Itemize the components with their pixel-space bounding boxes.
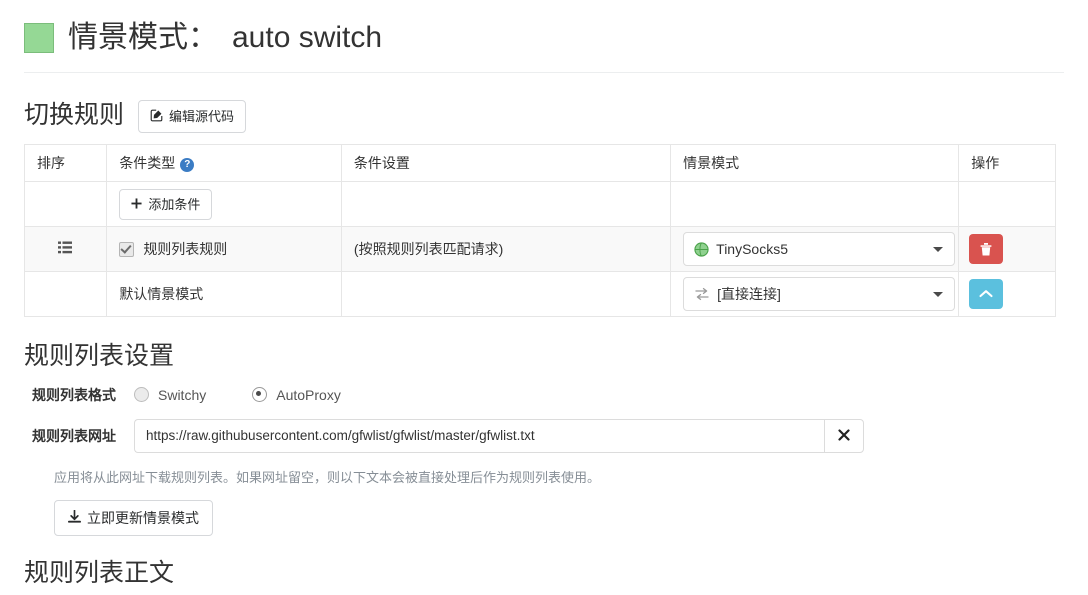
drag-handle-icon[interactable] bbox=[57, 241, 73, 257]
header-divider bbox=[24, 72, 1064, 73]
radio-switchy-label: Switchy bbox=[158, 386, 207, 403]
edit-source-label: 编辑源代码 bbox=[169, 109, 235, 124]
rules-heading-label: 切换规则 bbox=[24, 100, 125, 129]
clear-url-button[interactable] bbox=[824, 418, 864, 453]
column-header-condition-type: 条件类型? bbox=[106, 144, 342, 182]
edit-source-button[interactable]: 编辑源代码 bbox=[138, 100, 247, 133]
row-condition-type-cell: 规则列表规则 bbox=[106, 226, 342, 272]
add-row-action-cell bbox=[958, 181, 1056, 227]
default-row-type-cell: 默认情景模式 bbox=[106, 271, 342, 317]
column-header-profile: 情景模式 bbox=[670, 144, 960, 182]
list-body-heading: 规则列表正文 bbox=[24, 558, 175, 587]
pencil-square-icon bbox=[150, 109, 163, 124]
default-row-detail-cell bbox=[340, 271, 672, 317]
column-header-action: 操作 bbox=[958, 144, 1056, 182]
profile-select-rule-label: TinySocks5 bbox=[716, 241, 788, 257]
radio-switchy-indicator[interactable] bbox=[134, 387, 149, 402]
add-row-detail-cell bbox=[340, 181, 672, 227]
column-header-order: 排序 bbox=[23, 144, 108, 182]
profile-select-default[interactable]: [直接连接] bbox=[683, 277, 956, 311]
trash-icon bbox=[979, 242, 993, 257]
add-row-type-cell: 添加条件 bbox=[106, 181, 342, 227]
format-label: 规则列表格式 bbox=[32, 386, 116, 403]
delete-rule-button[interactable] bbox=[969, 234, 1004, 264]
rule-list-url-input[interactable] bbox=[134, 418, 824, 453]
chevron-down-icon bbox=[933, 247, 944, 252]
update-profile-now-label: 立即更新情景模式 bbox=[87, 509, 199, 526]
radio-autoproxy-label: AutoProxy bbox=[276, 386, 341, 403]
url-row: 规则列表网址 bbox=[24, 418, 1064, 453]
table-row: 规则列表规则 (按照规则列表匹配请求) TinySocks5 bbox=[23, 226, 1056, 272]
radio-autoproxy-indicator[interactable] bbox=[252, 387, 268, 402]
row-condition-type-label: 规则列表规则 bbox=[143, 241, 228, 257]
plus-icon bbox=[131, 197, 142, 211]
move-up-button[interactable] bbox=[969, 279, 1004, 309]
profile-name: auto switch bbox=[232, 21, 383, 54]
radio-autoproxy[interactable]: AutoProxy bbox=[252, 387, 341, 403]
page-title: 情景模式： auto switch bbox=[24, 0, 1064, 72]
row-condition-detail: (按照规则列表匹配请求) bbox=[340, 226, 672, 272]
radio-switchy[interactable]: Switchy bbox=[134, 387, 206, 403]
add-condition-row: 添加条件 bbox=[23, 181, 1056, 227]
chevron-down-icon bbox=[933, 292, 944, 297]
add-row-profile-cell bbox=[670, 181, 960, 227]
row-order-cell bbox=[23, 226, 108, 272]
format-row: 规则列表格式 Switchy AutoProxy bbox=[24, 385, 1064, 405]
row-action-cell bbox=[958, 226, 1056, 272]
add-condition-label: 添加条件 bbox=[148, 196, 201, 212]
url-label: 规则列表网址 bbox=[32, 427, 116, 444]
table-row: 默认情景模式 [直接连接] bbox=[23, 271, 1056, 317]
default-row-order-cell bbox=[23, 271, 108, 317]
url-hint: 应用将从此网址下载规则列表。如果网址留空，则以下文本会被直接处理后作为规则列表使… bbox=[54, 469, 601, 485]
update-profile-now-button[interactable]: 立即更新情景模式 bbox=[54, 499, 213, 536]
profile-select-rule[interactable]: TinySocks5 bbox=[683, 232, 956, 266]
list-settings-heading: 规则列表设置 bbox=[24, 342, 175, 370]
help-icon[interactable]: ? bbox=[180, 158, 195, 172]
add-condition-button[interactable]: 添加条件 bbox=[119, 188, 213, 220]
row-profile-cell: TinySocks5 bbox=[670, 226, 960, 272]
rule-enabled-checkbox[interactable] bbox=[119, 241, 135, 257]
direct-connect-icon bbox=[694, 287, 710, 301]
page-title-label: 情景模式： bbox=[68, 21, 218, 54]
rules-heading: 切换规则 编辑源代码 bbox=[24, 99, 1064, 133]
column-header-condition-detail: 条件设置 bbox=[340, 144, 672, 182]
add-row-order-cell bbox=[23, 181, 108, 227]
profile-select-default-label: [直接连接] bbox=[717, 286, 781, 302]
default-row-profile-cell: [直接连接] bbox=[670, 271, 960, 317]
column-header-condition-type-label: 条件类型 bbox=[119, 155, 176, 171]
profile-color-swatch bbox=[24, 23, 54, 53]
close-icon bbox=[838, 428, 850, 444]
globe-icon bbox=[694, 241, 709, 257]
download-icon bbox=[68, 509, 81, 526]
default-row-action-cell bbox=[958, 271, 1056, 317]
rules-table: 排序 条件类型? 条件设置 情景模式 操作 添加条件 规则列表规则 (按照规则列… bbox=[23, 144, 1056, 317]
chevron-up-icon bbox=[979, 289, 993, 299]
table-header-row: 排序 条件类型? 条件设置 情景模式 操作 bbox=[23, 144, 1056, 182]
